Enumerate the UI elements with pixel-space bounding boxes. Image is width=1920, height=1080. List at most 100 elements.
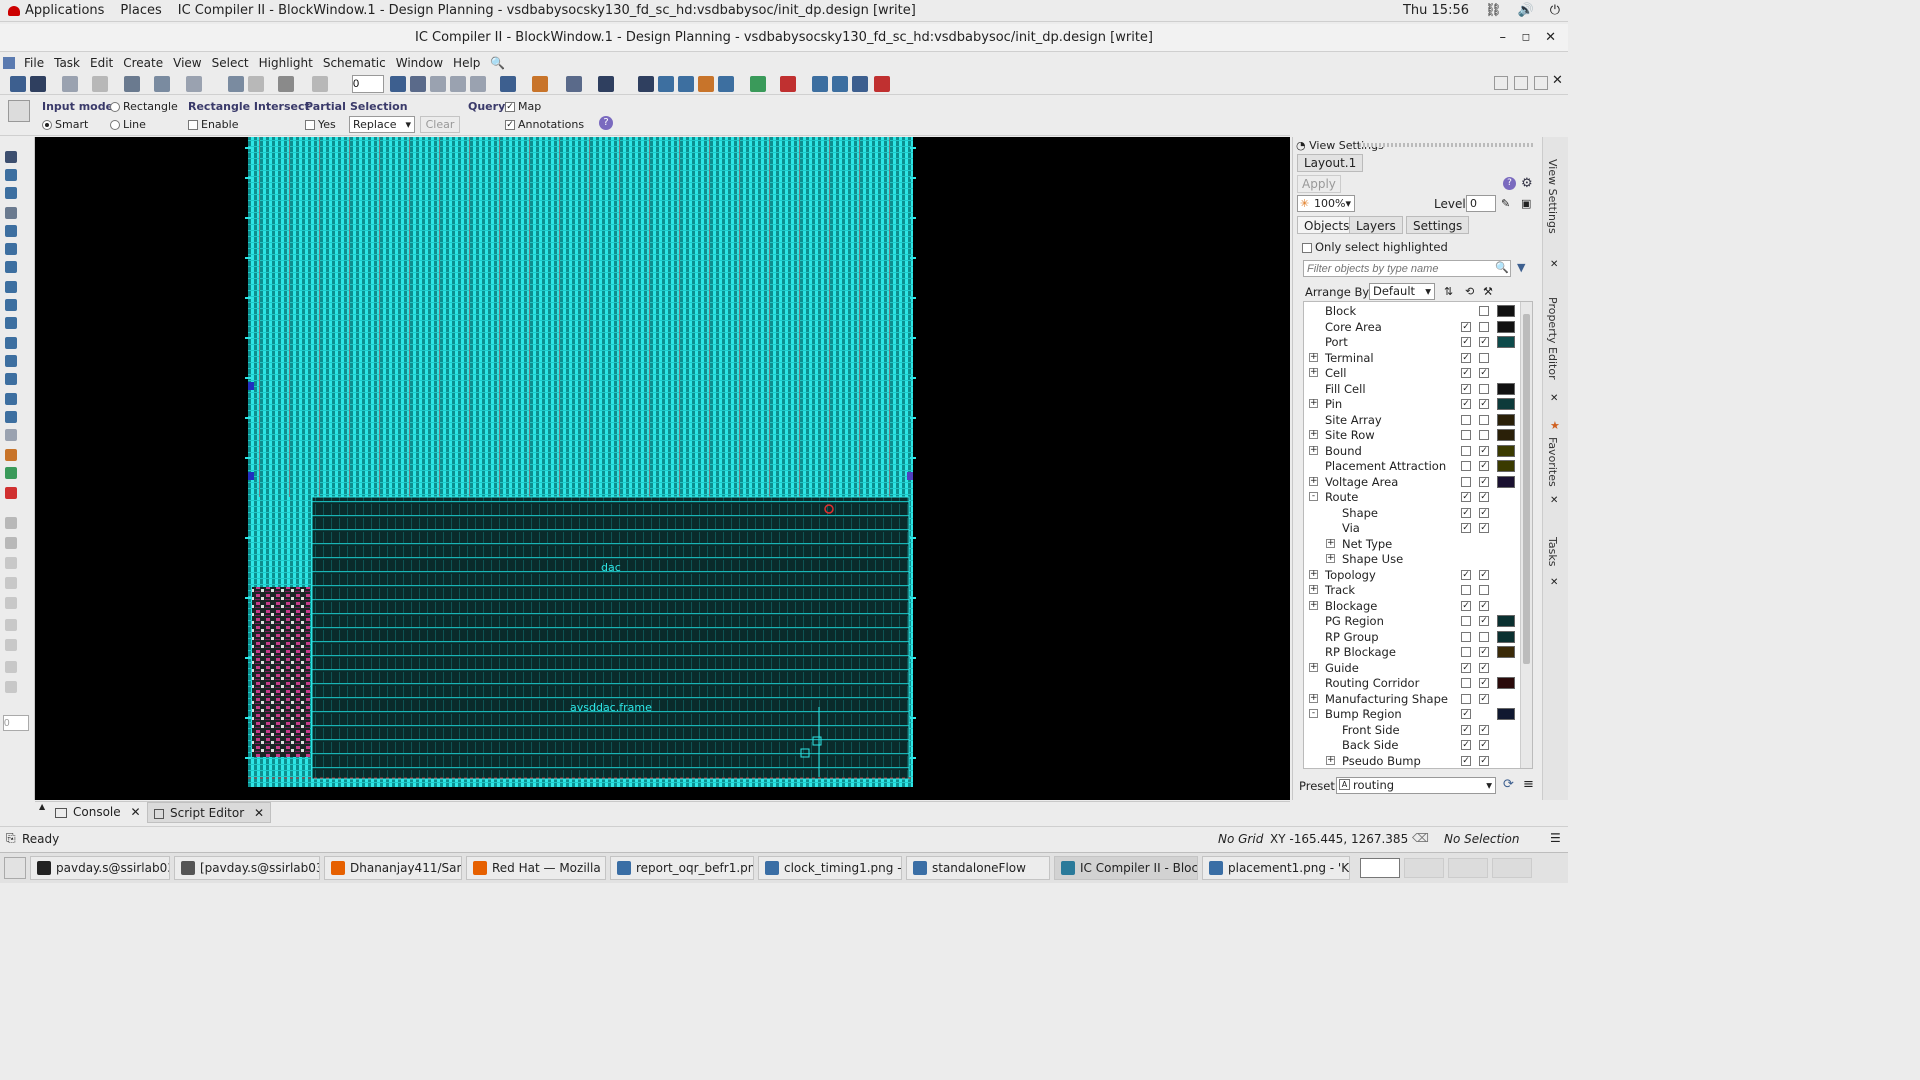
open-icon[interactable] — [10, 76, 26, 92]
places-menu[interactable]: Places — [112, 3, 169, 18]
tools-icon[interactable]: ⚒ — [1483, 285, 1493, 298]
panel-close-icon[interactable]: ✕ — [1552, 73, 1563, 88]
object-row[interactable]: Placement Attraction ✓ — [1304, 459, 1532, 474]
expand-icon[interactable]: + — [1309, 476, 1318, 486]
copy-icon[interactable] — [5, 281, 17, 293]
taskbar-item[interactable]: Dhananjay411/Samsu... — [324, 856, 462, 880]
clock[interactable]: Thu 15:56 — [1395, 3, 1477, 18]
close-icon[interactable]: ✕ — [254, 806, 264, 820]
visible-checkbox[interactable] — [1461, 445, 1471, 456]
level-spinner[interactable]: 0 — [1466, 195, 1496, 212]
refresh-icon[interactable]: ⟳ — [1503, 777, 1514, 792]
object-row[interactable]: - Route ✓ ✓ — [1304, 490, 1532, 505]
taskbar-item[interactable]: IC Compiler II - Block... — [1054, 856, 1198, 880]
color-swatch[interactable] — [1497, 615, 1515, 627]
rectangle-radio[interactable]: Rectangle — [110, 100, 178, 113]
save-icon[interactable] — [30, 76, 46, 92]
visible-checkbox[interactable]: ✓ — [1461, 709, 1471, 719]
object-row[interactable]: PG Region ✓ — [1304, 614, 1532, 629]
array-icon[interactable] — [5, 411, 17, 423]
align-tool-icon[interactable] — [5, 299, 17, 311]
object-row[interactable]: + Pin ✓ ✓ — [1304, 397, 1532, 412]
selectable-checkbox[interactable]: ✓ — [1479, 600, 1489, 611]
menu-schematic[interactable]: Schematic — [318, 56, 391, 70]
visible-checkbox[interactable]: ✓ — [1461, 383, 1471, 394]
refresh-small-icon[interactable]: ⟲ — [1465, 285, 1474, 298]
timing-icon[interactable] — [698, 76, 714, 92]
drc-icon[interactable] — [780, 76, 796, 92]
object-row[interactable]: + Voltage Area ✓ — [1304, 475, 1532, 490]
object-row[interactable]: Site Array — [1304, 413, 1532, 428]
cells-icon[interactable] — [718, 76, 734, 92]
expand-icon[interactable]: + — [1309, 693, 1318, 703]
taskbar-item[interactable]: placement1.png - 'KS... — [1202, 856, 1350, 880]
tab-layers[interactable]: Layers — [1349, 216, 1403, 234]
only-select-highlighted-checkbox[interactable]: Only select highlighted — [1302, 240, 1448, 254]
zoom-prev-icon[interactable] — [248, 76, 264, 92]
selectable-checkbox[interactable]: ✓ — [1479, 523, 1489, 533]
selectable-checkbox[interactable] — [1479, 321, 1489, 332]
query-icon[interactable] — [390, 76, 406, 92]
tab-script-editor[interactable]: Script Editor ✕ — [147, 802, 272, 823]
visible-checkbox[interactable]: ✓ — [1461, 724, 1471, 735]
selectable-checkbox[interactable] — [1479, 306, 1489, 316]
color-swatch[interactable] — [1497, 475, 1515, 488]
expand-icon[interactable]: + — [1309, 430, 1318, 439]
selectable-checkbox[interactable]: ✓ — [1479, 445, 1489, 456]
expand-icon[interactable]: + — [1309, 662, 1318, 672]
selectable-checkbox[interactable] — [1479, 414, 1489, 425]
minimize-icon[interactable]: – — [1500, 24, 1507, 52]
object-row[interactable]: + Manufacturing Shape ✓ — [1304, 692, 1532, 707]
flip-icon[interactable] — [5, 261, 17, 273]
color-swatch[interactable] — [1497, 460, 1515, 472]
search-icon[interactable]: 🔍 — [485, 56, 510, 70]
lvs-icon[interactable] — [874, 76, 890, 92]
align-top-icon[interactable] — [470, 76, 486, 92]
visible-checkbox[interactable]: ✓ — [1461, 569, 1471, 580]
checklist-icon[interactable] — [852, 76, 868, 92]
filter-input[interactable] — [1303, 260, 1511, 277]
lock-icon[interactable] — [5, 517, 17, 529]
menu-highlight[interactable]: Highlight — [254, 56, 318, 70]
object-row[interactable]: Fill Cell ✓ — [1304, 382, 1532, 397]
menu-view[interactable]: View — [168, 56, 206, 70]
layout-icon[interactable] — [566, 76, 582, 92]
color-swatch[interactable] — [1497, 677, 1515, 689]
visible-checkbox[interactable] — [1461, 678, 1471, 688]
close-icon[interactable]: ✕ — [1550, 577, 1558, 588]
visible-checkbox[interactable] — [1461, 585, 1471, 595]
move-icon[interactable] — [5, 225, 17, 237]
expand-icon[interactable]: + — [1309, 585, 1318, 594]
color-swatch[interactable] — [1497, 646, 1515, 658]
color-swatch[interactable] — [1497, 336, 1515, 348]
object-row[interactable]: RP Blockage ✓ — [1304, 645, 1532, 660]
taskbar-item[interactable]: clock_timing1.png - '... — [758, 856, 902, 880]
visible-checkbox[interactable]: ✓ — [1461, 740, 1471, 750]
route-tool-icon[interactable] — [5, 467, 17, 479]
selectable-checkbox[interactable]: ✓ — [1479, 476, 1489, 487]
object-row[interactable]: Core Area ✓ — [1304, 320, 1532, 335]
apply-button[interactable]: Apply — [1297, 175, 1341, 193]
port-marker[interactable] — [248, 472, 254, 480]
zoom-fit-icon[interactable] — [228, 76, 244, 92]
help-icon[interactable]: ? — [599, 116, 613, 130]
align-left-icon[interactable] — [430, 76, 446, 92]
visible-checkbox[interactable]: ✓ — [1461, 492, 1471, 502]
float-icon[interactable] — [1494, 76, 1508, 90]
selectable-checkbox[interactable] — [1479, 352, 1489, 363]
object-row[interactable]: + Terminal ✓ — [1304, 351, 1532, 366]
star-icon[interactable]: ★ — [1550, 419, 1560, 432]
expand-up-icon[interactable]: ▲ — [39, 802, 45, 811]
spread-icon[interactable] — [5, 317, 17, 329]
drag-handle[interactable] — [1359, 143, 1535, 147]
layout-canvas[interactable]: dac avsddac.frame — [35, 137, 1290, 800]
network-icon[interactable]: ⛓ — [1477, 3, 1510, 18]
grid-icon[interactable] — [658, 76, 674, 92]
pin-tool-icon[interactable]: ✎ — [1501, 197, 1510, 210]
color-swatch[interactable] — [1497, 630, 1515, 643]
search-icon[interactable]: 🔍 — [1495, 261, 1509, 274]
level-input[interactable] — [352, 75, 384, 93]
selectable-checkbox[interactable]: ✓ — [1479, 337, 1489, 347]
object-row[interactable]: - Bump Region ✓ — [1304, 707, 1532, 722]
layout-view-icon[interactable]: ▣ — [1521, 197, 1531, 210]
